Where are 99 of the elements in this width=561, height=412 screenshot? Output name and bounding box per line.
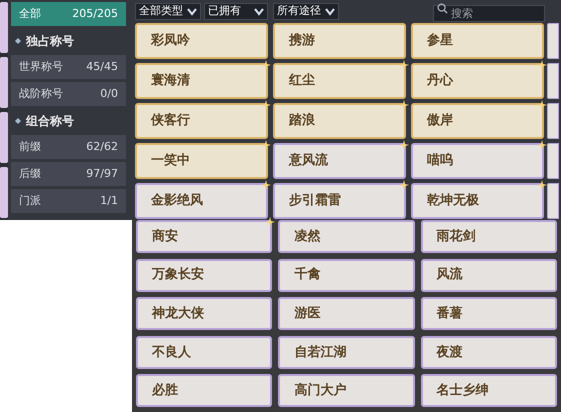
group-heading: 组合称号 [26,112,74,130]
category-count: 97/97 [86,166,118,182]
title-card[interactable]: 名士乡绅 [420,374,557,408]
category-item[interactable]: 世界称号 45/45 [11,55,126,79]
title-name: 必胜 [152,382,178,400]
card-edge [547,63,559,99]
title-name: 寰海清 [151,72,190,90]
category-item[interactable]: 战阶称号 0/0 [11,82,126,106]
title-name: 雨花剑 [436,228,476,246]
category-count: 1/1 [100,192,118,209]
title-card[interactable]: 番薯 [420,297,557,330]
category-label: 门派 [19,192,41,209]
title-card[interactable]: 意风流 [273,143,406,179]
card-edge [547,183,559,219]
title-card[interactable]: 游医 [278,297,415,330]
title-name: 夜渡 [436,344,463,362]
category-label: 前缀 [19,138,41,155]
title-card[interactable]: 红尘 [273,63,406,99]
title-card[interactable]: 千禽 [278,258,415,292]
title-name: 侠客行 [151,112,190,130]
title-name: 自若江湖 [294,344,346,362]
side-ribbon [0,167,8,218]
title-name: 乾坤无极 [427,192,479,210]
side-ribbon [0,57,8,108]
category-item[interactable]: 门派 1/1 [11,189,126,213]
title-card[interactable]: 一笑中 [135,143,268,179]
title-card[interactable]: 必胜 [136,374,272,408]
category-count: 205/205 [72,6,118,22]
category-label: 战阶称号 [19,86,63,102]
title-name: 不良人 [152,344,191,362]
title-card[interactable]: 金影绝风 [135,183,268,219]
title-name: 游医 [294,304,320,323]
card-edge [547,103,559,139]
title-name: 番薯 [436,304,463,323]
title-card[interactable]: 步引霜雷 [273,183,406,219]
category-label: 后缀 [19,166,41,182]
title-name: 彩凤吟 [151,32,190,50]
chevron-down-icon [254,8,264,16]
diamond-icon [15,118,21,124]
category-label: 全部 [19,6,41,22]
title-card[interactable]: 携游 [273,23,406,59]
title-name: 参星 [427,32,453,50]
title-card[interactable]: 丹心 [411,63,544,99]
title-name: 踏浪 [289,112,315,130]
card-edge [547,23,559,59]
title-name: 傲岸 [427,112,453,130]
title-card[interactable]: 参星 [411,23,544,59]
card-edge [547,143,559,179]
title-name: 万象长安 [152,266,204,284]
title-card[interactable]: 自若江湖 [278,336,415,369]
category-count: 45/45 [86,58,118,75]
group-heading: 独占称号 [26,32,74,50]
title-card[interactable]: 傲岸 [411,103,544,139]
title-name: 名士乡绅 [436,382,489,400]
title-card[interactable]: 踏浪 [273,103,406,139]
title-name: 丹心 [427,72,453,90]
title-name: 携游 [289,32,315,50]
category-item[interactable]: 后缀 97/97 [11,162,126,186]
filter-dropdown[interactable]: 所有途径 [273,3,339,20]
title-card[interactable]: 风流 [420,258,557,292]
filter-dropdown[interactable]: 全部类型 [135,3,201,20]
title-name: 步引霜雷 [289,192,341,210]
chevron-down-icon [187,8,197,16]
title-name: 凌然 [294,228,320,246]
title-card[interactable]: 雨花剑 [420,220,557,253]
title-name: 一笑中 [151,152,190,170]
title-name: 高门大户 [294,382,346,400]
title-name: 喵呜 [427,152,453,170]
title-card[interactable]: 不良人 [136,336,272,369]
title-card[interactable]: 夜渡 [420,336,557,369]
title-name: 商安 [152,228,178,246]
title-card[interactable]: 神龙大侠 [136,297,272,330]
title-name: 金影绝风 [151,192,203,210]
title-card[interactable]: 高门大户 [278,374,415,408]
title-name: 神龙大侠 [152,304,204,323]
title-name: 千禽 [294,266,320,284]
title-name: 风流 [436,266,463,284]
title-card[interactable]: 凌然 [278,220,415,253]
category-label: 世界称号 [19,58,63,75]
side-ribbon [0,112,8,163]
title-name: 红尘 [289,72,315,90]
title-card[interactable]: 侠客行 [135,103,268,139]
side-ribbon [0,2,8,53]
category-count: 62/62 [86,138,118,155]
title-card[interactable]: 乾坤无极 [411,183,544,219]
category-item[interactable]: 全部 205/205 [11,2,126,26]
title-card[interactable]: 商安 [136,220,272,253]
chevron-down-icon [325,8,335,16]
filter-dropdown[interactable]: 已拥有 [204,3,268,20]
search-icon [437,2,448,14]
title-card[interactable]: 喵呜 [411,143,544,179]
title-card[interactable]: 寰海清 [135,63,268,99]
search-field[interactable]: 搜索 [433,4,545,22]
category-item[interactable]: 前缀 62/62 [11,135,126,159]
diamond-icon [15,38,21,44]
category-count: 0/0 [100,86,118,102]
title-name: 意风流 [289,152,328,170]
title-card[interactable]: 万象长安 [136,258,272,292]
title-card[interactable]: 彩凤吟 [135,23,268,59]
